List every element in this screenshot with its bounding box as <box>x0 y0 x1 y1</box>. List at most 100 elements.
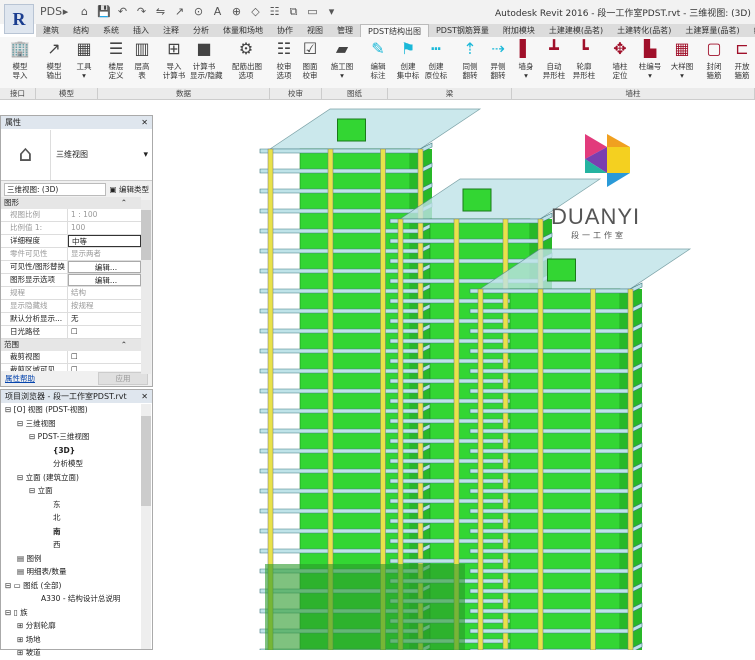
browser-item[interactable]: ▤ 图例 <box>5 552 152 566</box>
ribbon-button-locate[interactable]: ✥ 墙柱 定位 <box>606 39 634 80</box>
property-name: 可见性/图形替换 <box>1 261 68 273</box>
quick-access-button[interactable]: ▾ <box>325 5 338 19</box>
ribbon-tab[interactable]: PDST结构出图 <box>360 24 429 37</box>
browser-item[interactable]: ⊟ [O] 视图 (PDST-视图) <box>5 403 152 417</box>
browser-item[interactable]: ⊟ ▯ 族 <box>5 606 152 620</box>
application-menu-button[interactable]: R <box>4 4 34 34</box>
quick-access-button[interactable]: ⧉ <box>287 5 300 19</box>
ribbon-button-outline-column[interactable]: ┗ 轮廓 异形柱 <box>570 39 598 80</box>
quick-access-button[interactable]: 💾 <box>97 5 111 19</box>
browser-item[interactable]: ⊞ 分割轮廓 <box>5 619 152 633</box>
browser-item[interactable]: 分析模型 <box>5 457 152 471</box>
close-icon[interactable]: ✕ <box>141 116 148 129</box>
edit-type-button[interactable]: ▣ 编辑类型 <box>110 184 149 195</box>
ribbon-button-gear[interactable]: ⚙ 配筋出图 选项 <box>232 39 262 80</box>
browser-item[interactable]: 南 <box>5 525 152 539</box>
ribbon-tab[interactable]: 土建转化(品茗) <box>610 24 678 37</box>
ribbon-tab[interactable]: 系统 <box>96 24 126 37</box>
quick-access-button[interactable]: ⌂ <box>78 5 91 19</box>
ribbon-button-open-stirrup[interactable]: ⊏ 开放 箍筋 <box>728 39 755 80</box>
ribbon-button-pencil[interactable]: ✎ 编辑 标注 <box>364 39 392 80</box>
browser-item[interactable]: ⊟ 立面 <box>5 484 152 498</box>
browser-item[interactable]: A330 - 结构设计总说明 <box>5 592 152 606</box>
property-value[interactable]: 无 <box>68 313 141 325</box>
properties-help-link[interactable]: 属性帮助 <box>5 373 35 384</box>
ribbon-tab[interactable]: 结构 <box>66 24 96 37</box>
browser-item[interactable]: ⊟ PDST-三维视图 <box>5 430 152 444</box>
ribbon-tab[interactable]: 分析 <box>186 24 216 37</box>
ribbon-tab[interactable]: 给排水( <box>747 24 755 37</box>
ribbon-tab[interactable]: 协作 <box>270 24 300 37</box>
quick-access-button[interactable]: ☷ <box>268 5 281 19</box>
browser-item[interactable]: ▤ 明细表/数量 <box>5 565 152 579</box>
ribbon-tab[interactable]: 注释 <box>156 24 186 37</box>
ribbon-button-flip-same[interactable]: ⇡ 同侧 翻转 <box>456 39 484 80</box>
ribbon-button-detail[interactable]: ▦ 大样图 ▾ <box>668 39 696 80</box>
ribbon-button-auto-column[interactable]: ┻ 自动 异形柱 <box>540 39 568 80</box>
quick-access-button[interactable]: ⊙ <box>192 5 205 19</box>
browser-item[interactable]: 东 <box>5 498 152 512</box>
ribbon-button-check-options[interactable]: ☷ 校审 选项 <box>270 39 298 80</box>
ribbon-tab[interactable]: 土建建模(品茗) <box>542 24 610 37</box>
ribbon-button-drawing[interactable]: ▰ 施工图 ▾ <box>328 39 356 80</box>
ribbon-tab[interactable]: 体量和场地 <box>216 24 270 37</box>
browser-item[interactable]: ⊟ 立面 (建筑立面) <box>5 471 152 485</box>
quick-access-button[interactable]: ◇ <box>249 5 262 19</box>
browser-item[interactable]: ⊟ 三维视图 <box>5 417 152 431</box>
browser-item[interactable]: {3D} <box>5 444 152 458</box>
ribbon-button-import-calc[interactable]: ⊞ 导入 计算书 <box>160 39 188 80</box>
browser-item[interactable]: ⊟ ▭ 图纸 (全部) <box>5 579 152 593</box>
quick-access-button[interactable]: A <box>211 5 224 19</box>
property-value[interactable]: ☐ <box>68 364 141 371</box>
ribbon-tab[interactable]: 土建算量(品茗) <box>678 24 746 37</box>
browser-item[interactable]: 西 <box>5 538 152 552</box>
quick-access-button[interactable]: ↶ <box>116 5 129 19</box>
quick-access-button[interactable]: ▭ <box>306 5 319 19</box>
ribbon-tab[interactable]: PDST钢筋算量 <box>429 24 496 37</box>
properties-header: 属性 ✕ <box>1 116 152 129</box>
ribbon-button-floor-height[interactable]: ▥ 层高 表 <box>128 39 156 80</box>
3d-viewport[interactable]: DUANYI 段一工作室 <box>155 104 755 650</box>
browser-scrollbar[interactable] <box>141 404 151 649</box>
ribbon-button-closed-stirrup[interactable]: ▢ 封闭 箍筋 <box>700 39 728 80</box>
property-name: 裁剪区域可见 <box>1 364 68 371</box>
column <box>537 288 544 650</box>
property-group[interactable]: 图形 ⌃ <box>1 197 141 209</box>
ribbon-button-column-number[interactable]: ▙ 柱编号 ▾ <box>636 39 664 80</box>
ribbon-button-tools[interactable]: ▦ 工具 ▾ <box>70 39 98 80</box>
browser-item[interactable]: ⊞ 场地 <box>5 633 152 647</box>
close-icon[interactable]: ✕ <box>141 390 148 403</box>
ribbon-button-floor-define[interactable]: ☰ 楼层 定义 <box>102 39 130 80</box>
ribbon-tab[interactable]: 视图 <box>300 24 330 37</box>
quick-access-button[interactable]: ⇋ <box>154 5 167 19</box>
ribbon-tab[interactable]: 管理 <box>330 24 360 37</box>
property-value[interactable]: ☐ <box>68 351 141 363</box>
browser-item[interactable]: ⊞ 坡道 <box>5 646 152 660</box>
ribbon-tab[interactable]: 建筑 <box>36 24 66 37</box>
quick-access-button[interactable]: ▸ <box>59 5 72 19</box>
property-value[interactable]: 中等 <box>68 235 141 247</box>
ribbon-tab[interactable]: 附加模块 <box>496 24 542 37</box>
property-value[interactable]: ☐ <box>68 326 141 338</box>
ribbon-button-flip-other[interactable]: ⇢ 异侧 翻转 <box>484 39 512 80</box>
ribbon-button-export[interactable]: ↗ 模型 输出 <box>40 39 68 80</box>
property-value[interactable]: 编辑... <box>68 274 141 286</box>
browser-item[interactable]: 北 <box>5 511 152 525</box>
quick-access-button[interactable]: ↗ <box>173 5 186 19</box>
instance-selector[interactable]: 三维视图: (3D) <box>4 182 106 196</box>
ribbon-button-wall[interactable]: ▌ 墙身 ▾ <box>512 39 540 80</box>
quick-access-button[interactable]: ⊕ <box>230 5 243 19</box>
ribbon-tab[interactable]: 插入 <box>126 24 156 37</box>
ribbon-button-beam-inplace[interactable]: ┅ 创建 原位标 <box>422 39 450 80</box>
type-selector[interactable]: ⌂ 三维视图 ▾ <box>1 129 152 181</box>
property-group[interactable]: 范围 ⌃ <box>1 339 141 351</box>
quick-access-button[interactable]: ↷ <box>135 5 148 19</box>
properties-scrollbar[interactable] <box>141 200 151 374</box>
ribbon-button-calc-toggle[interactable]: ■ 计算书 显示/隐藏 <box>190 39 223 80</box>
property-value[interactable]: 编辑... <box>68 261 141 273</box>
ribbon-button-checkbox[interactable]: ☑ 图面 校审 <box>296 39 324 80</box>
ribbon-button-building-import[interactable]: 🏢 模型 导入 <box>6 39 34 80</box>
ribbon-button-beam-label[interactable]: ⚑ 创建 集中标 <box>394 39 422 80</box>
stair-core <box>337 118 366 142</box>
quick-access-button[interactable]: PDS <box>40 5 62 19</box>
